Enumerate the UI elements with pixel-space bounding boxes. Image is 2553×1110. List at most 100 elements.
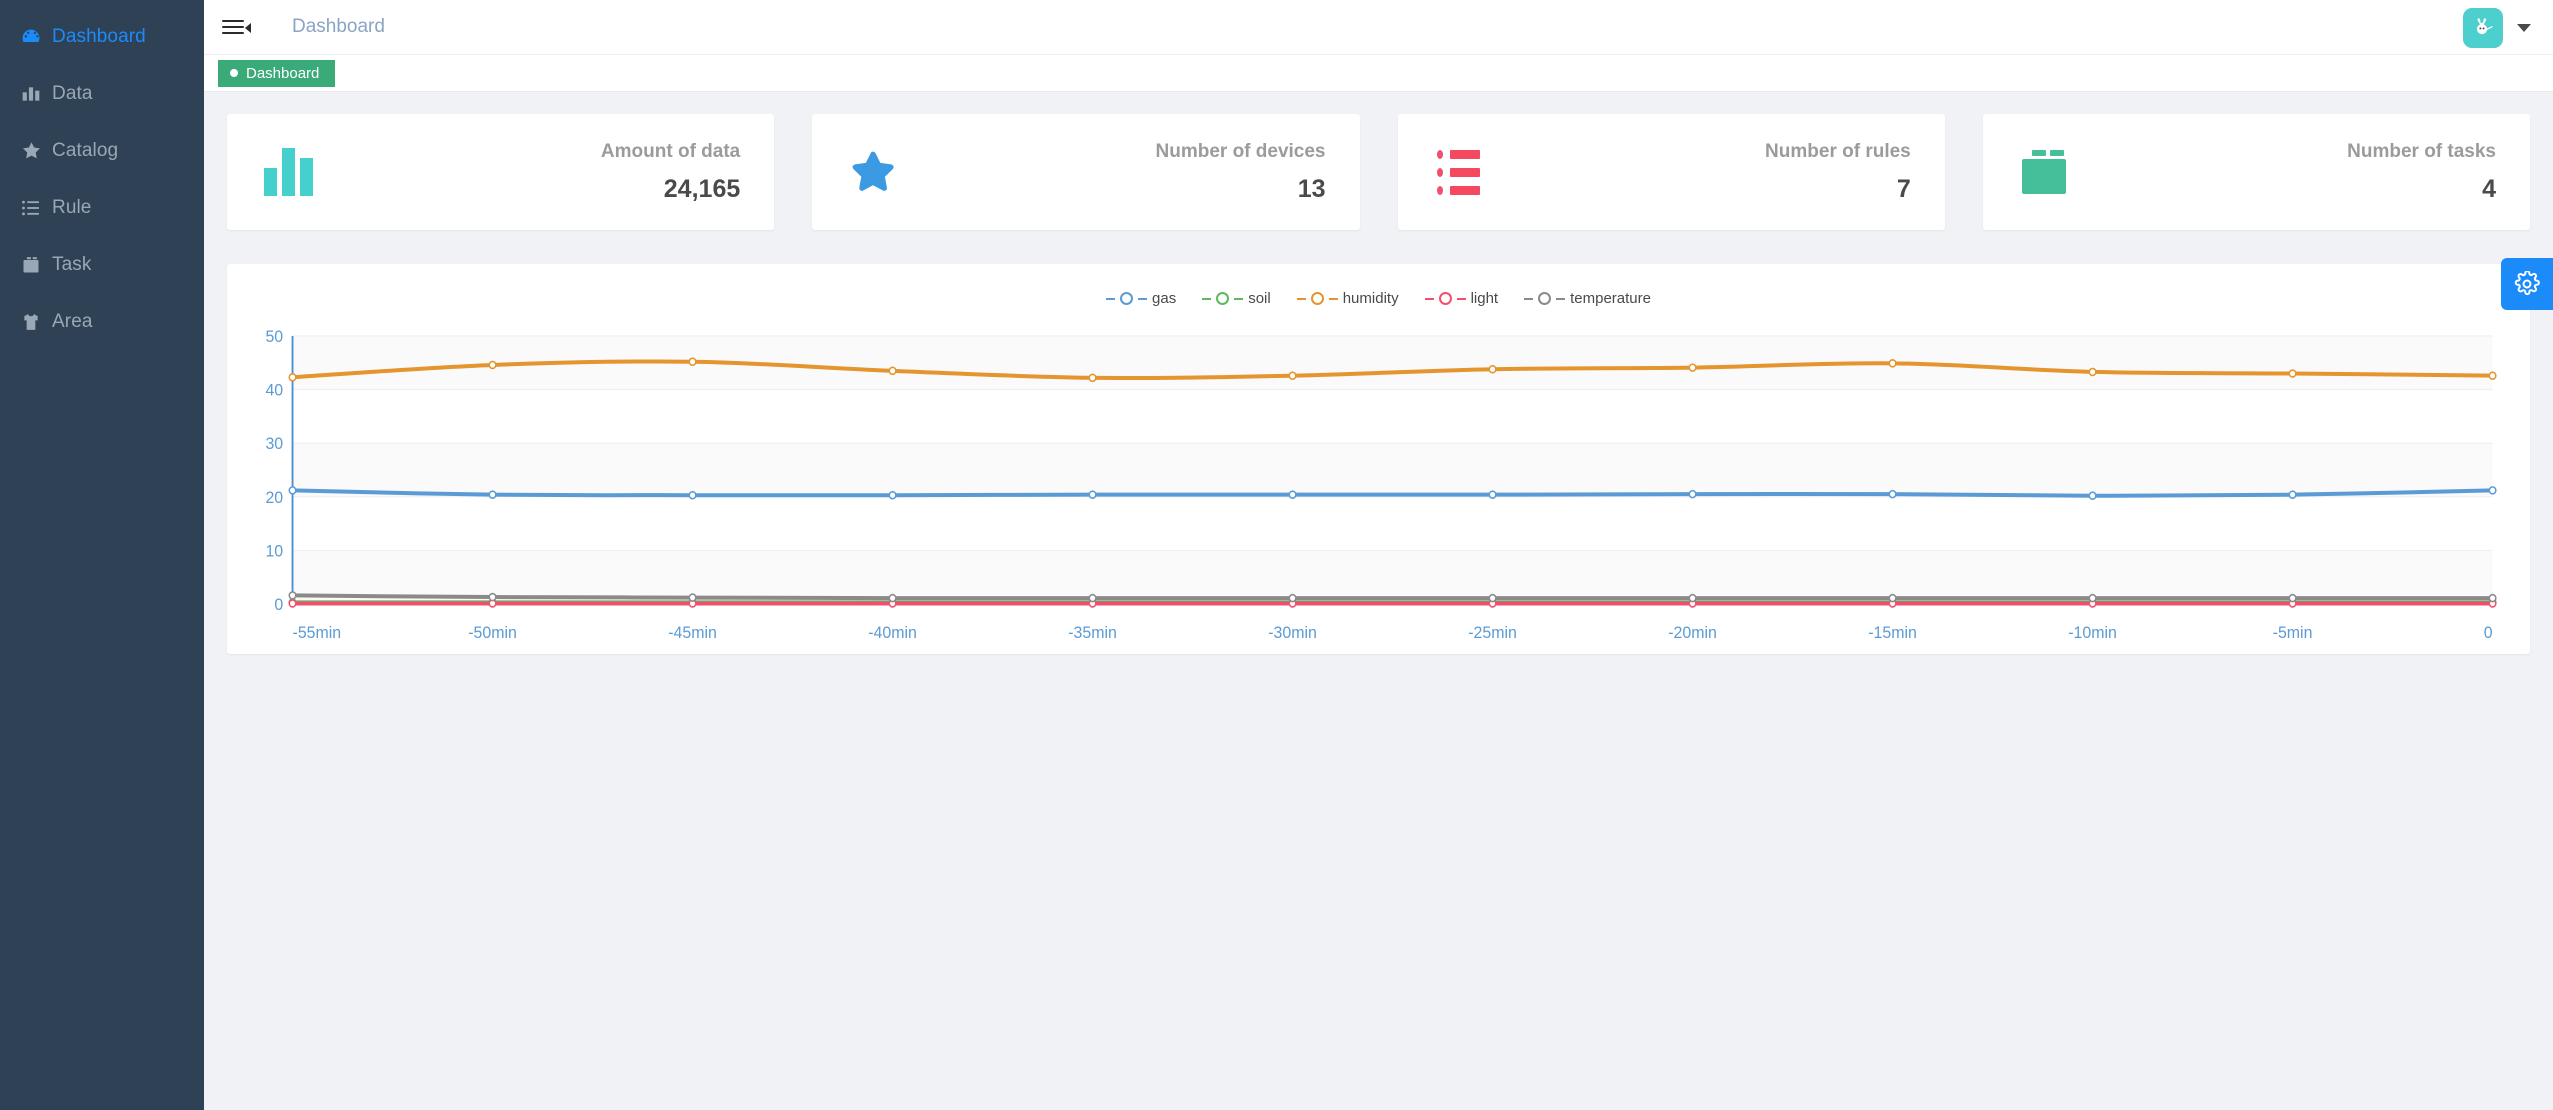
svg-text:-50min: -50min [468,624,517,643]
sidebar-item-label: Data [52,82,93,104]
briefcase-icon [10,255,52,275]
legend-marker-icon [1438,292,1452,305]
dashboard-gauge-icon [10,26,52,48]
gear-icon [2514,271,2540,296]
legend-label: humidity [1342,290,1399,307]
stat-text: Number of rules 7 [1765,141,1911,204]
svg-text:-5min: -5min [2273,624,2313,643]
sidebar-item-task[interactable]: Task [0,236,204,293]
legend-marker-icon [1310,292,1324,305]
tab-active-dot-icon [230,69,238,77]
legend-label: temperature [1570,290,1651,307]
svg-text:-35min: -35min [1068,624,1117,643]
legend-item-light[interactable]: light [1424,290,1499,307]
stat-card-number-of-tasks[interactable]: Number of tasks 4 [1982,114,2530,230]
legend-item-gas[interactable]: gas [1106,290,1176,307]
bar-chart-icon [255,139,321,205]
top-bar: Dashboard [204,0,2553,55]
legend-dash-right [1138,297,1148,300]
stat-text: Number of devices 13 [1156,141,1326,204]
sidebar-item-label: Task [52,253,92,275]
sidebar-item-rule[interactable]: Rule [0,179,204,236]
top-bar-right [2463,0,2531,55]
legend-label: soil [1248,290,1271,307]
stat-label: Number of devices [1155,140,1326,162]
legend-dash-left [1524,297,1534,300]
svg-text:-15min: -15min [1868,624,1917,643]
sidebar-item-data[interactable]: Data [0,65,204,122]
legend-dash-right [1456,297,1466,300]
legend-dash-right [1556,297,1566,300]
sensor-line-chart-card: gas soil humidity light temperature 0 10 20 30 4… [227,264,2530,654]
stat-value: 4 [2482,174,2496,203]
stat-label: Number of tasks [2347,140,2496,162]
legend-item-humidity[interactable]: humidity [1296,290,1399,307]
svg-text:10: 10 [265,542,283,561]
chart-legend: gas soil humidity light temperature [227,264,2530,307]
legend-item-temperature[interactable]: temperature [1524,290,1651,307]
sidebar-item-label: Area [52,310,93,332]
svg-text:-55min: -55min [293,624,342,643]
svg-text:30: 30 [265,435,283,454]
legend-marker-icon [1216,292,1230,305]
legend-marker-icon [1120,292,1134,305]
stat-card-number-of-devices[interactable]: Number of devices 13 [812,114,1360,230]
stat-cards-row: Amount of data 24,165 Number of devices … [227,114,2530,230]
stat-label: Number of rules [1765,140,1911,162]
legend-dash-right [1328,297,1338,300]
list-icon [1426,139,1492,205]
user-avatar-rabbit-icon [2477,17,2493,34]
legend-marker-icon [1538,292,1552,305]
chart-plot-area[interactable]: 0 10 20 30 40 50 -55min -50min -45min -40min -35mi… [227,322,2530,652]
sidebar-item-area[interactable]: Area [0,293,204,350]
stat-label: Amount of data [600,140,741,162]
hamburger-collapse-icon[interactable] [222,12,252,42]
legend-label: gas [1152,290,1177,307]
settings-float-button[interactable] [2501,258,2553,310]
legend-dash-left [1106,297,1116,300]
avatar[interactable] [2463,7,2503,48]
sidebar: Dashboard Data Catalog Rule Task Area [0,0,204,1110]
svg-text:50: 50 [265,328,283,347]
svg-text:-40min: -40min [868,624,917,643]
stat-value: 7 [1896,174,1911,203]
star-icon [840,139,906,205]
svg-text:20: 20 [265,488,283,507]
app-root: Dashboard Data Catalog Rule Task Area Da… [0,0,2553,1110]
sidebar-item-catalog[interactable]: Catalog [0,122,204,179]
star-icon [10,140,52,161]
stat-text: Number of tasks 4 [2347,141,2496,204]
sidebar-item-label: Dashboard [52,25,146,47]
stat-card-amount-of-data[interactable]: Amount of data 24,165 [227,114,775,230]
legend-dash-right [1234,297,1244,300]
bar-chart-icon [10,84,52,104]
sidebar-item-label: Catalog [52,139,119,161]
shirt-icon [10,312,52,332]
tab-dashboard[interactable]: Dashboard [218,59,336,87]
chevron-down-icon[interactable] [2517,23,2531,32]
svg-text:-30min: -30min [1268,624,1317,643]
legend-dash-left [1424,297,1434,300]
legend-item-soil[interactable]: soil [1202,290,1271,307]
svg-text:-10min: -10min [2068,624,2117,643]
briefcase-icon [2011,139,2077,205]
sidebar-item-dashboard[interactable]: Dashboard [0,8,204,65]
stat-card-number-of-rules[interactable]: Number of rules 7 [1397,114,1945,230]
page-title: Dashboard [292,16,385,37]
svg-text:0: 0 [274,596,283,615]
stat-text: Amount of data 24,165 [601,141,740,204]
stat-value: 24,165 [663,174,741,203]
legend-label: light [1470,290,1499,307]
svg-text:0: 0 [2484,624,2493,643]
svg-text:-45min: -45min [668,624,717,643]
stat-value: 13 [1297,174,1326,203]
tab-strip: Dashboard [204,55,2553,92]
content-area: Amount of data 24,165 Number of devices … [204,92,2553,1110]
svg-text:40: 40 [265,381,283,400]
svg-text:-20min: -20min [1668,624,1717,643]
svg-text:-25min: -25min [1468,624,1517,643]
legend-dash-left [1296,297,1306,300]
main-region: Dashboard Dashboard Amount of data 24,16… [204,0,2553,1110]
list-icon [10,198,52,218]
tab-label: Dashboard [246,64,320,82]
